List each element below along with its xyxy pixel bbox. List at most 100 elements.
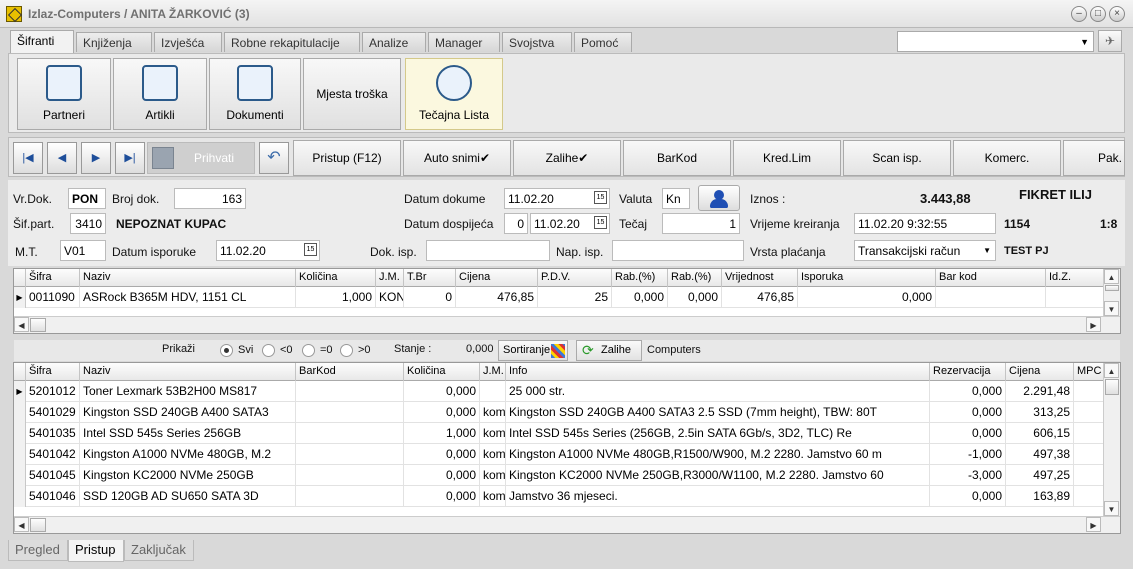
- col-kolicina[interactable]: Količina: [296, 269, 376, 287]
- sortiranje-button[interactable]: Sortiranje: [498, 340, 568, 361]
- col-naziv[interactable]: Naziv: [80, 363, 296, 381]
- next-record-icon[interactable]: ▶: [81, 142, 111, 174]
- pin-icon[interactable]: ✈: [1098, 30, 1122, 52]
- dokumenti-button[interactable]: Dokumenti: [209, 58, 301, 130]
- col-rab2[interactable]: Rab.(%): [668, 269, 722, 287]
- scroll-thumb[interactable]: [1105, 379, 1119, 395]
- tab-pregled[interactable]: Pregled: [8, 540, 68, 561]
- scroll-thumb[interactable]: [30, 518, 46, 532]
- filter-svi-radio[interactable]: [220, 344, 233, 357]
- maximize-icon[interactable]: □: [1090, 6, 1106, 22]
- tab-analize[interactable]: Analize: [362, 32, 426, 52]
- datdok-field[interactable]: 11.02.20 15: [504, 188, 610, 209]
- komerc-button[interactable]: Komerc.: [953, 140, 1061, 176]
- valuta-field[interactable]: Kn: [662, 188, 690, 209]
- pak-button[interactable]: Pak.: [1063, 140, 1125, 176]
- tab-manager[interactable]: Manager: [428, 32, 500, 52]
- table-row[interactable]: 5401029 Kingston SSD 240GB A400 SATA3 0,00…: [14, 402, 1104, 423]
- sifpart-field[interactable]: 3410: [70, 213, 106, 234]
- scroll-right-icon[interactable]: ▶: [1086, 517, 1101, 532]
- stock-vertical-scrollbar[interactable]: ▲ ▼: [1103, 363, 1120, 517]
- scroll-thumb[interactable]: [30, 318, 46, 332]
- datisp-field[interactable]: 11.02.20 15: [216, 240, 320, 261]
- items-horizontal-scrollbar[interactable]: ◀ ▶: [14, 316, 1120, 333]
- scroll-down-icon[interactable]: ▼: [1104, 501, 1119, 516]
- filter-eq0-radio[interactable]: [302, 344, 315, 357]
- tab-robne-rekapitulacije[interactable]: Robne rekapitulacije: [224, 32, 360, 52]
- filter-gt0-radio[interactable]: [340, 344, 353, 357]
- col-idz[interactable]: Id.Z.: [1046, 269, 1104, 287]
- col-jm[interactable]: J.M.: [376, 269, 404, 287]
- stock-horizontal-scrollbar[interactable]: ◀ ▶: [14, 516, 1120, 533]
- col-barkod[interactable]: BarKod: [296, 363, 404, 381]
- calendar-icon[interactable]: 15: [594, 216, 607, 229]
- col-jm[interactable]: J.M.: [480, 363, 506, 381]
- col-cijena[interactable]: Cijena: [456, 269, 538, 287]
- scroll-up-icon[interactable]: ▲: [1104, 269, 1119, 284]
- prihvati-button[interactable]: Prihvati: [147, 142, 255, 174]
- person-icon[interactable]: [698, 185, 740, 211]
- scroll-down-icon[interactable]: ▼: [1104, 301, 1119, 316]
- tab-pomoc[interactable]: Pomoć: [574, 32, 632, 52]
- scan-isp-button[interactable]: Scan isp.: [843, 140, 951, 176]
- quick-select[interactable]: ▼: [897, 31, 1094, 52]
- tab-zakljucak[interactable]: Zaključak: [124, 540, 194, 561]
- datdosp-field[interactable]: 11.02.20 15: [530, 213, 610, 234]
- scroll-up-icon[interactable]: ▲: [1104, 363, 1119, 378]
- col-vrijednost[interactable]: Vrijednost: [722, 269, 798, 287]
- table-row[interactable]: 5401046 SSD 120GB AD SU650 SATA 3D 0,000 ko…: [14, 486, 1104, 507]
- zalihe-refresh-button[interactable]: ⟳ Zalihe: [576, 340, 642, 361]
- table-row[interactable]: 5401045 Kingston KC2000 NVMe 250GB 0,000 ko…: [14, 465, 1104, 486]
- col-mpc[interactable]: MPC: [1074, 363, 1104, 381]
- brojdok-field[interactable]: 163: [174, 188, 246, 209]
- tab-pristup[interactable]: Pristup: [68, 540, 124, 562]
- pristup-button[interactable]: Pristup (F12): [293, 140, 401, 176]
- artikli-button[interactable]: Artikli: [113, 58, 207, 130]
- table-row[interactable]: 5401035 Intel SSD 545s Series 256GB 1,000 k…: [14, 423, 1104, 444]
- mt-field[interactable]: V01: [60, 240, 106, 261]
- scroll-right-icon[interactable]: ▶: [1086, 317, 1101, 332]
- col-barkod[interactable]: Bar kod: [936, 269, 1046, 287]
- barkod-button[interactable]: BarKod: [623, 140, 731, 176]
- table-row[interactable]: ▶ 5201012 Toner Lexmark 53B2H00 MS817 0,000…: [14, 381, 1104, 402]
- tab-knjizenja[interactable]: Knjiženja: [76, 32, 152, 52]
- col-tbr[interactable]: T.Br: [404, 269, 456, 287]
- col-naziv[interactable]: Naziv: [80, 269, 296, 287]
- close-icon[interactable]: ×: [1109, 6, 1125, 22]
- kred-lim-button[interactable]: Kred.Lim: [733, 140, 841, 176]
- col-info[interactable]: Info: [506, 363, 930, 381]
- vrdok-field[interactable]: PON: [68, 188, 106, 209]
- col-sifra[interactable]: Šifra: [26, 363, 80, 381]
- mjesta-troska-button[interactable]: Mjesta troška: [303, 58, 401, 130]
- previous-record-icon[interactable]: ◀: [47, 142, 77, 174]
- minimize-icon[interactable]: –: [1071, 6, 1087, 22]
- items-vertical-scrollbar[interactable]: ▲ ▼: [1103, 269, 1120, 317]
- scroll-thumb[interactable]: [1105, 285, 1119, 291]
- filter-lt0-radio[interactable]: [262, 344, 275, 357]
- tab-izvjesca[interactable]: Izvješća: [154, 32, 222, 52]
- undo-icon[interactable]: ↶: [259, 142, 289, 174]
- dokisp-field[interactable]: [426, 240, 550, 261]
- dosp-dani-field[interactable]: 0: [504, 213, 528, 234]
- first-record-icon[interactable]: |◀: [13, 142, 43, 174]
- last-record-icon[interactable]: ▶|: [115, 142, 145, 174]
- tecaj-field[interactable]: 1: [662, 213, 740, 234]
- placanje-select[interactable]: Transakcijski račun ▼: [854, 240, 996, 261]
- table-row[interactable]: 5401042 Kingston A1000 NVMe 480GB, M.2 0,0…: [14, 444, 1104, 465]
- col-rab1[interactable]: Rab.(%): [612, 269, 668, 287]
- auto-snimi-button[interactable]: Auto snimi✔: [403, 140, 511, 176]
- scroll-left-icon[interactable]: ◀: [14, 517, 29, 532]
- col-kolicina[interactable]: Količina: [404, 363, 480, 381]
- calendar-icon[interactable]: 15: [304, 243, 317, 256]
- col-isporuka[interactable]: Isporuka: [798, 269, 936, 287]
- col-pdv[interactable]: P.D.V.: [538, 269, 612, 287]
- col-cijena[interactable]: Cijena: [1006, 363, 1074, 381]
- calendar-icon[interactable]: 15: [594, 191, 607, 204]
- napisp-field[interactable]: [612, 240, 744, 261]
- tecajna-lista-button[interactable]: Tečajna Lista: [405, 58, 503, 130]
- tab-svojstva[interactable]: Svojstva: [502, 32, 572, 52]
- table-row[interactable]: ▶ 0011090 ASRock B365M HDV, 1151 CL 1,00…: [14, 287, 1104, 308]
- partneri-button[interactable]: Partneri: [17, 58, 111, 130]
- col-sifra[interactable]: Šifra: [26, 269, 80, 287]
- tab-sifranti[interactable]: Šifranti: [10, 30, 74, 54]
